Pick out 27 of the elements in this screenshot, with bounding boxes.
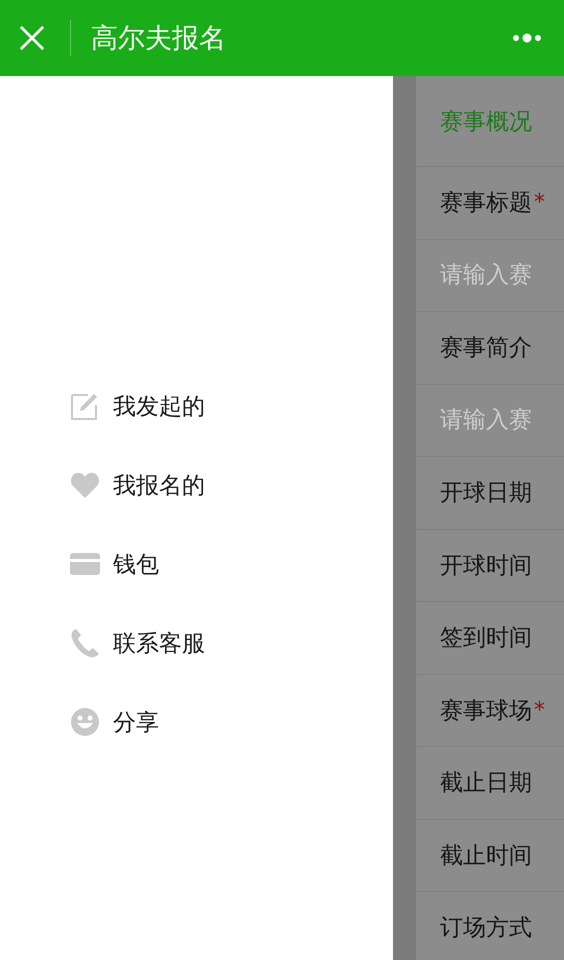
menu-item[interactable]: 联系客服 — [70, 624, 393, 662]
heart-icon — [70, 471, 100, 499]
pencil-icon — [70, 391, 100, 421]
field-label: 赛事标题 — [440, 189, 532, 218]
field-label: 赛事简介 — [440, 334, 532, 364]
field-label: 开球日期 — [440, 479, 532, 508]
required-mark: * — [534, 698, 545, 723]
menu-item[interactable]: 分享 — [70, 703, 393, 741]
card-icon — [70, 553, 100, 575]
field-label: 截止时间 — [440, 842, 532, 871]
required-mark: * — [534, 190, 545, 216]
phone-icon — [70, 628, 100, 658]
field-label: 签到时间 — [440, 624, 532, 654]
menu-item[interactable]: 钱包 — [70, 545, 393, 583]
field-label: 订场方式 — [440, 914, 532, 944]
section-heading: 赛事概况 — [440, 108, 532, 136]
smiley-icon — [70, 707, 100, 737]
field-label: 开球时间 — [440, 552, 532, 581]
page-title: 高尔夫报名 — [91, 22, 227, 56]
menu-item[interactable]: 我发起的 — [70, 387, 393, 425]
more-icon[interactable] — [512, 33, 542, 43]
menu-item[interactable]: 我报名的 — [70, 466, 393, 504]
input-field[interactable]: 请输入赛 — [440, 407, 560, 434]
field-label: 截止日期 — [440, 769, 532, 798]
close-icon[interactable] — [19, 25, 45, 51]
input-field[interactable]: 请输入赛 — [440, 262, 560, 288]
field-label: 赛事球场 — [440, 696, 532, 726]
